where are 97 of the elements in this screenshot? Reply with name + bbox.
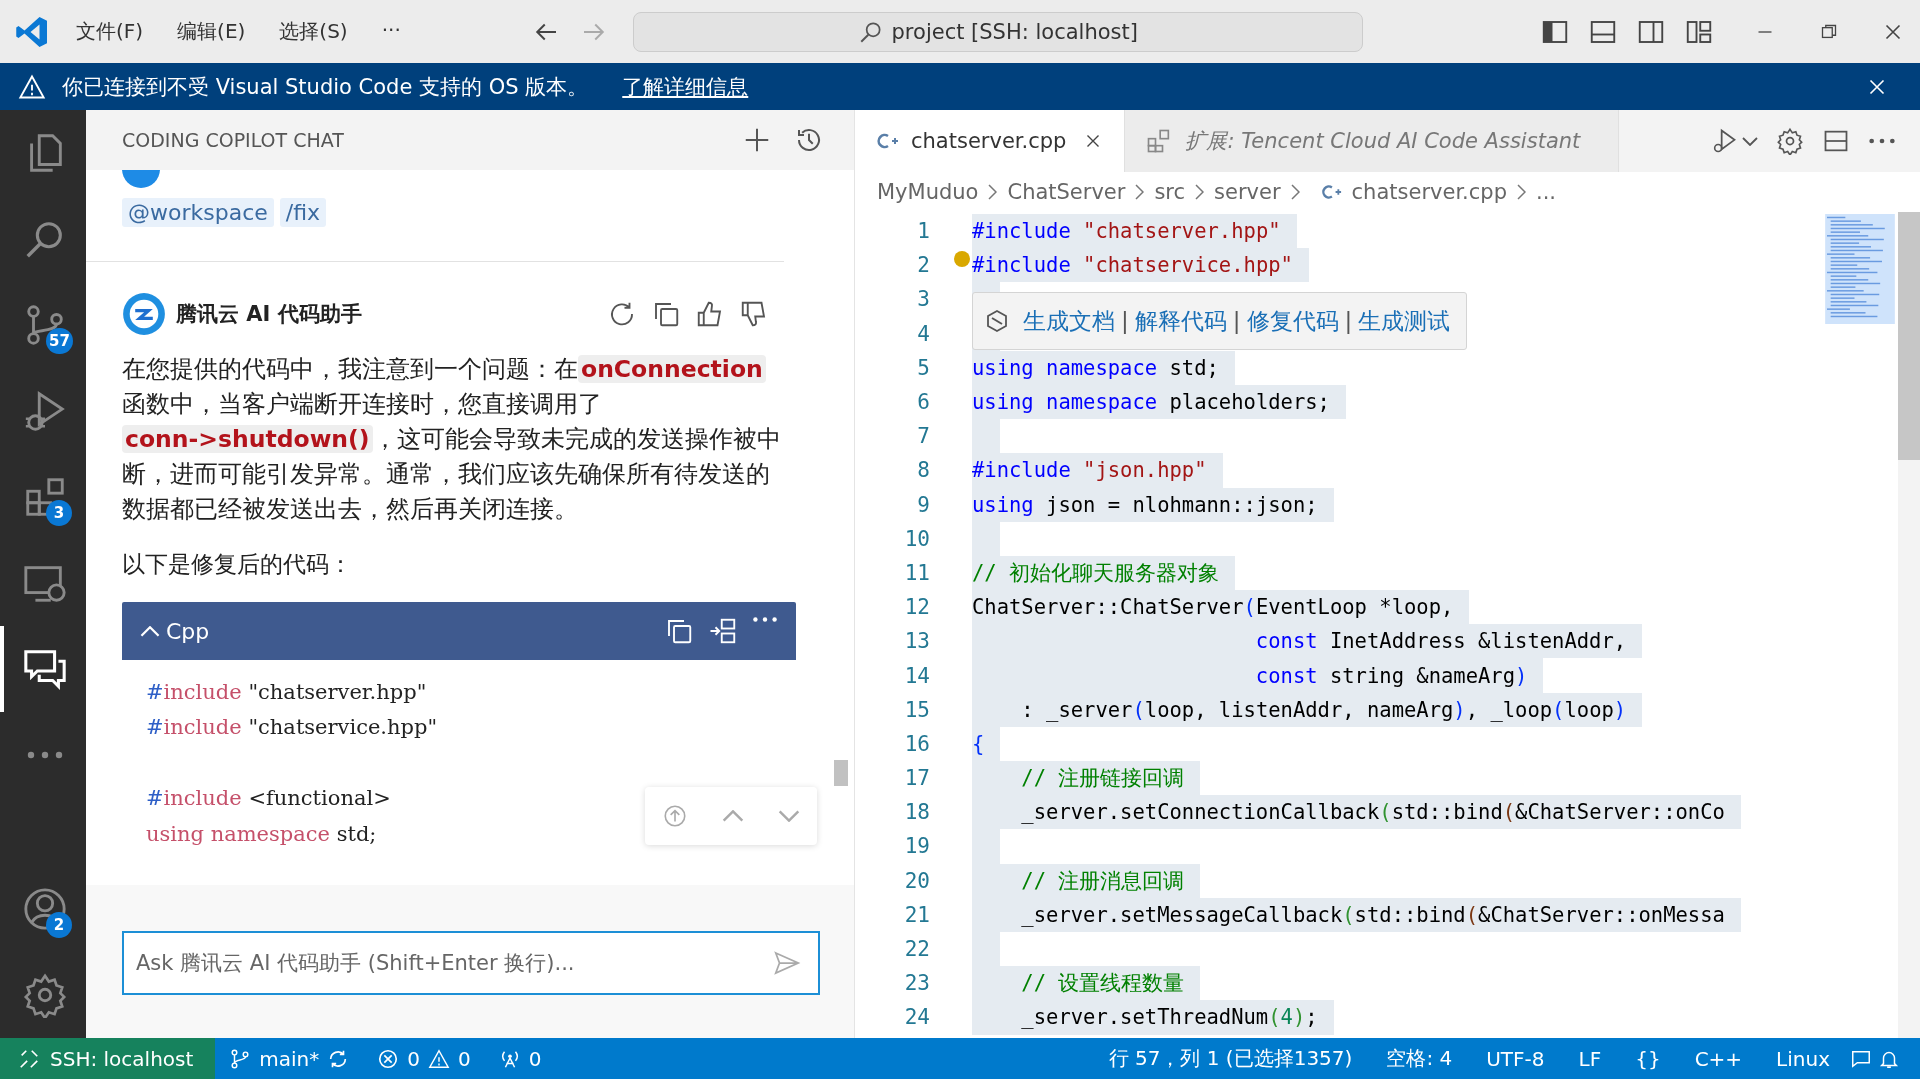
line-number: 11 (903, 560, 930, 585)
warning-icon (428, 1047, 451, 1070)
codelens-link[interactable]: 生成测试 (1358, 305, 1451, 337)
separator: | (1344, 308, 1353, 334)
message-text: 在您提供的代码中，我注意到一个问题：在onConnection函数中，当客户端断开连接时，您直接调用了conn->shutdown()，这可能会导致未完成的发送操作被中断，进而可能引发异常。通常，我们应该先确保所有待发送的数据都已经被发送出去，然后再关闭连接。 (122, 354, 782, 525)
line-number: 2 (916, 253, 930, 278)
codelens-link[interactable]: 生成文档 (1023, 305, 1115, 337)
status-item[interactable]: 行 57，列 1 (已选择1357) (1094, 1045, 1367, 1072)
chevron-right-icon (1135, 184, 1145, 200)
line-number: 9 (916, 492, 930, 517)
activity-item[interactable]: 3 (0, 454, 86, 540)
chevron-right-icon (1516, 184, 1526, 200)
line-number: 7 (916, 424, 930, 449)
status-item[interactable]: Linux (1762, 1046, 1844, 1071)
count-badge: 57 (46, 328, 73, 354)
line-number: 18 (903, 800, 930, 825)
line-number: 23 (903, 971, 930, 996)
warning-icon (18, 72, 46, 101)
line-number: 4 (916, 321, 930, 346)
status-item[interactable]: 空格: 4 (1372, 1045, 1467, 1072)
status-item[interactable]: UTF-8 (1472, 1046, 1559, 1071)
assistant-name: 腾讯云 AI 代码助手 (176, 301, 362, 328)
code-line: #include "chatservice.hpp" (146, 715, 438, 740)
breadcrumb-item[interactable]: ... (1535, 180, 1556, 204)
breadcrumb-item[interactable]: ChatServer (1007, 180, 1126, 204)
code-line: #include <functional> (146, 786, 391, 811)
search-bar[interactable]: project [SSH: localhost] (632, 11, 1363, 52)
activity-item[interactable]: 2 (0, 866, 86, 952)
codelens-link[interactable]: 解释代码 (1134, 305, 1227, 337)
menu-item[interactable]: 选择(S) (279, 16, 348, 47)
breadcrumb-item[interactable]: chatserver.cpp (1351, 180, 1507, 204)
line-number: 21 (903, 902, 930, 927)
breadcrumb-item[interactable]: src (1154, 180, 1186, 204)
line-number: 3 (916, 287, 930, 312)
minimap[interactable] (1822, 214, 1898, 324)
line-number: 13 (903, 629, 930, 654)
command-tag: @workspace (122, 198, 274, 227)
code-line: #include "chatserver.hpp" (146, 679, 427, 704)
remote-icon (18, 1047, 40, 1070)
assistant-logo (122, 292, 166, 336)
line-number: 22 (903, 937, 930, 962)
menu-item[interactable]: 编辑(E) (177, 16, 246, 47)
more-icon[interactable] (752, 616, 778, 623)
collapse-toggle[interactable] (140, 625, 160, 637)
line-number: 15 (903, 697, 930, 722)
notification-message: 你已连接到不受 Visual Studio Code 支持的 OS 版本。 (62, 73, 589, 101)
status-item[interactable]: LF (1564, 1046, 1616, 1071)
activity-item[interactable]: 57 (0, 282, 86, 368)
language-label: Cpp (166, 618, 210, 644)
chevron-icon (140, 625, 160, 637)
line-number: 19 (903, 834, 930, 859)
scrollbar-thumb[interactable] (1898, 212, 1920, 460)
message-text: 以下是修复后的代码： (122, 550, 353, 579)
learn-more-link[interactable]: 了解详细信息 (622, 72, 749, 101)
status-item[interactable]: C++ (1680, 1046, 1757, 1071)
separator: | (1121, 308, 1129, 334)
more-menu[interactable]: ··· (381, 16, 401, 47)
ports-status[interactable]: 0 (484, 1046, 556, 1071)
line-number: 8 (916, 458, 930, 483)
line-number: 1 (916, 219, 930, 244)
branch-icon (229, 1047, 252, 1070)
chevron-down-icon[interactable] (1742, 136, 1758, 146)
status-item[interactable]: {} (1621, 1046, 1675, 1071)
line-number: 24 (903, 1005, 930, 1030)
more-icon (26, 750, 64, 760)
line-number: 20 (903, 868, 930, 893)
line-number: 17 (903, 766, 930, 791)
remote-indicator[interactable]: SSH: localhost (0, 1038, 216, 1079)
line-number: 16 (903, 731, 930, 756)
panel-title: CODING COPILOT CHAT (122, 129, 344, 151)
breadcrumb-item[interactable]: server (1214, 180, 1281, 204)
separator: | (1232, 308, 1241, 334)
input-field[interactable]: Ask 腾讯云 AI 代码助手 (Shift+Enter 换行)... (122, 931, 820, 995)
line-number: 5 (916, 355, 930, 380)
problems-status[interactable]: 0 0 (363, 1046, 485, 1071)
count-badge: 2 (46, 912, 72, 938)
command-tag: /fix (279, 198, 327, 227)
line-number: 6 (916, 390, 930, 415)
editor-tab[interactable]: chatserver.cpp (855, 110, 1126, 172)
breadcrumb-item[interactable]: MyMuduo (877, 180, 979, 204)
settings-icon[interactable] (1776, 127, 1804, 155)
error-icon (377, 1047, 400, 1070)
line-number: 14 (903, 663, 930, 688)
chevron-right-icon (1195, 184, 1205, 200)
menu-item[interactable]: 文件(F) (76, 16, 144, 47)
line-number: 12 (903, 595, 930, 620)
count-badge: 3 (46, 500, 72, 526)
insert-icon[interactable] (708, 616, 738, 646)
branch-status[interactable]: main* (215, 1046, 364, 1071)
settings-icon (22, 972, 68, 1018)
scrollbar-thumb[interactable] (834, 760, 848, 786)
chevron-right-icon (1290, 184, 1300, 200)
line-number: 10 (903, 526, 930, 551)
code-line: using namespace std; (146, 821, 377, 846)
chevron-right-icon (988, 184, 998, 200)
codelens-link[interactable]: 修复代码 (1246, 305, 1339, 337)
editor-tab[interactable]: 扩展: Tencent Cloud AI Code Assistant (1125, 110, 1620, 172)
